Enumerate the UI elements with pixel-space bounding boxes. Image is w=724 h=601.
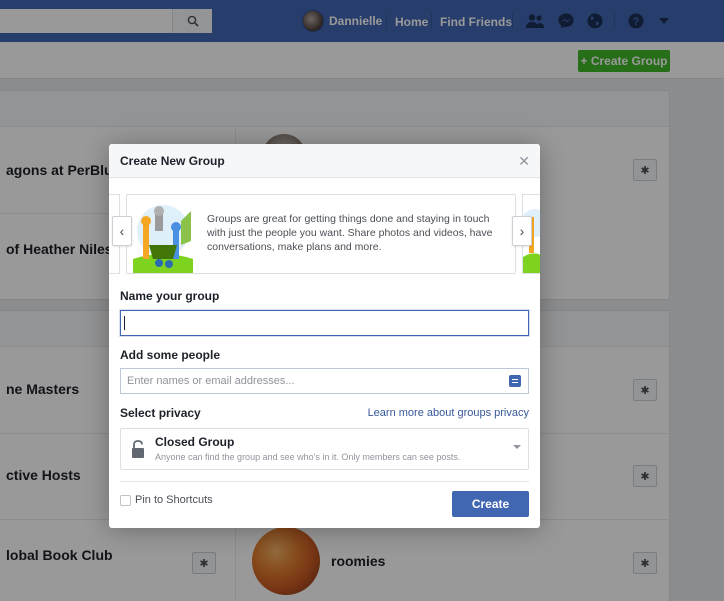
pin-to-shortcuts-option[interactable]: Pin to Shortcuts [120,494,213,506]
chevron-left-icon: ‹ [119,223,125,239]
dialog-header: Create New Group [109,144,540,178]
privacy-selector[interactable]: Closed Group Anyone can find the group a… [120,428,529,470]
carousel-prev-button[interactable]: ‹ [112,216,132,246]
dialog-footer-divider [120,481,529,482]
intro-carousel: Groups are great for getting things done… [109,194,540,274]
pin-label: Pin to Shortcuts [135,494,213,506]
create-button[interactable]: Create [452,491,529,517]
contact-picker-icon[interactable] [509,375,521,387]
close-icon[interactable]: ✕ [518,154,530,168]
dialog-title: Create New Group [120,153,225,168]
pin-checkbox[interactable] [120,494,131,506]
carousel-next-button[interactable]: › [512,216,532,246]
group-name-label: Name your group [120,289,220,303]
privacy-option-description: Anyone can find the group and see who's … [155,452,461,462]
carousel-card: Groups are great for getting things done… [126,194,516,274]
groups-illustration [129,201,197,273]
group-name-input[interactable] [120,310,529,336]
add-people-label: Add some people [120,348,221,362]
chevron-down-icon [513,445,521,449]
create-group-dialog: Create New Group ✕ Groups are great for … [109,144,540,528]
select-privacy-label: Select privacy [120,406,201,420]
text-cursor [124,316,125,330]
lock-icon [132,440,144,458]
chevron-right-icon: › [519,223,525,239]
add-people-input[interactable] [120,368,529,394]
carousel-description: Groups are great for getting things done… [207,213,493,253]
privacy-option-title: Closed Group [155,435,235,449]
privacy-help-link[interactable]: Learn more about groups privacy [368,407,529,419]
